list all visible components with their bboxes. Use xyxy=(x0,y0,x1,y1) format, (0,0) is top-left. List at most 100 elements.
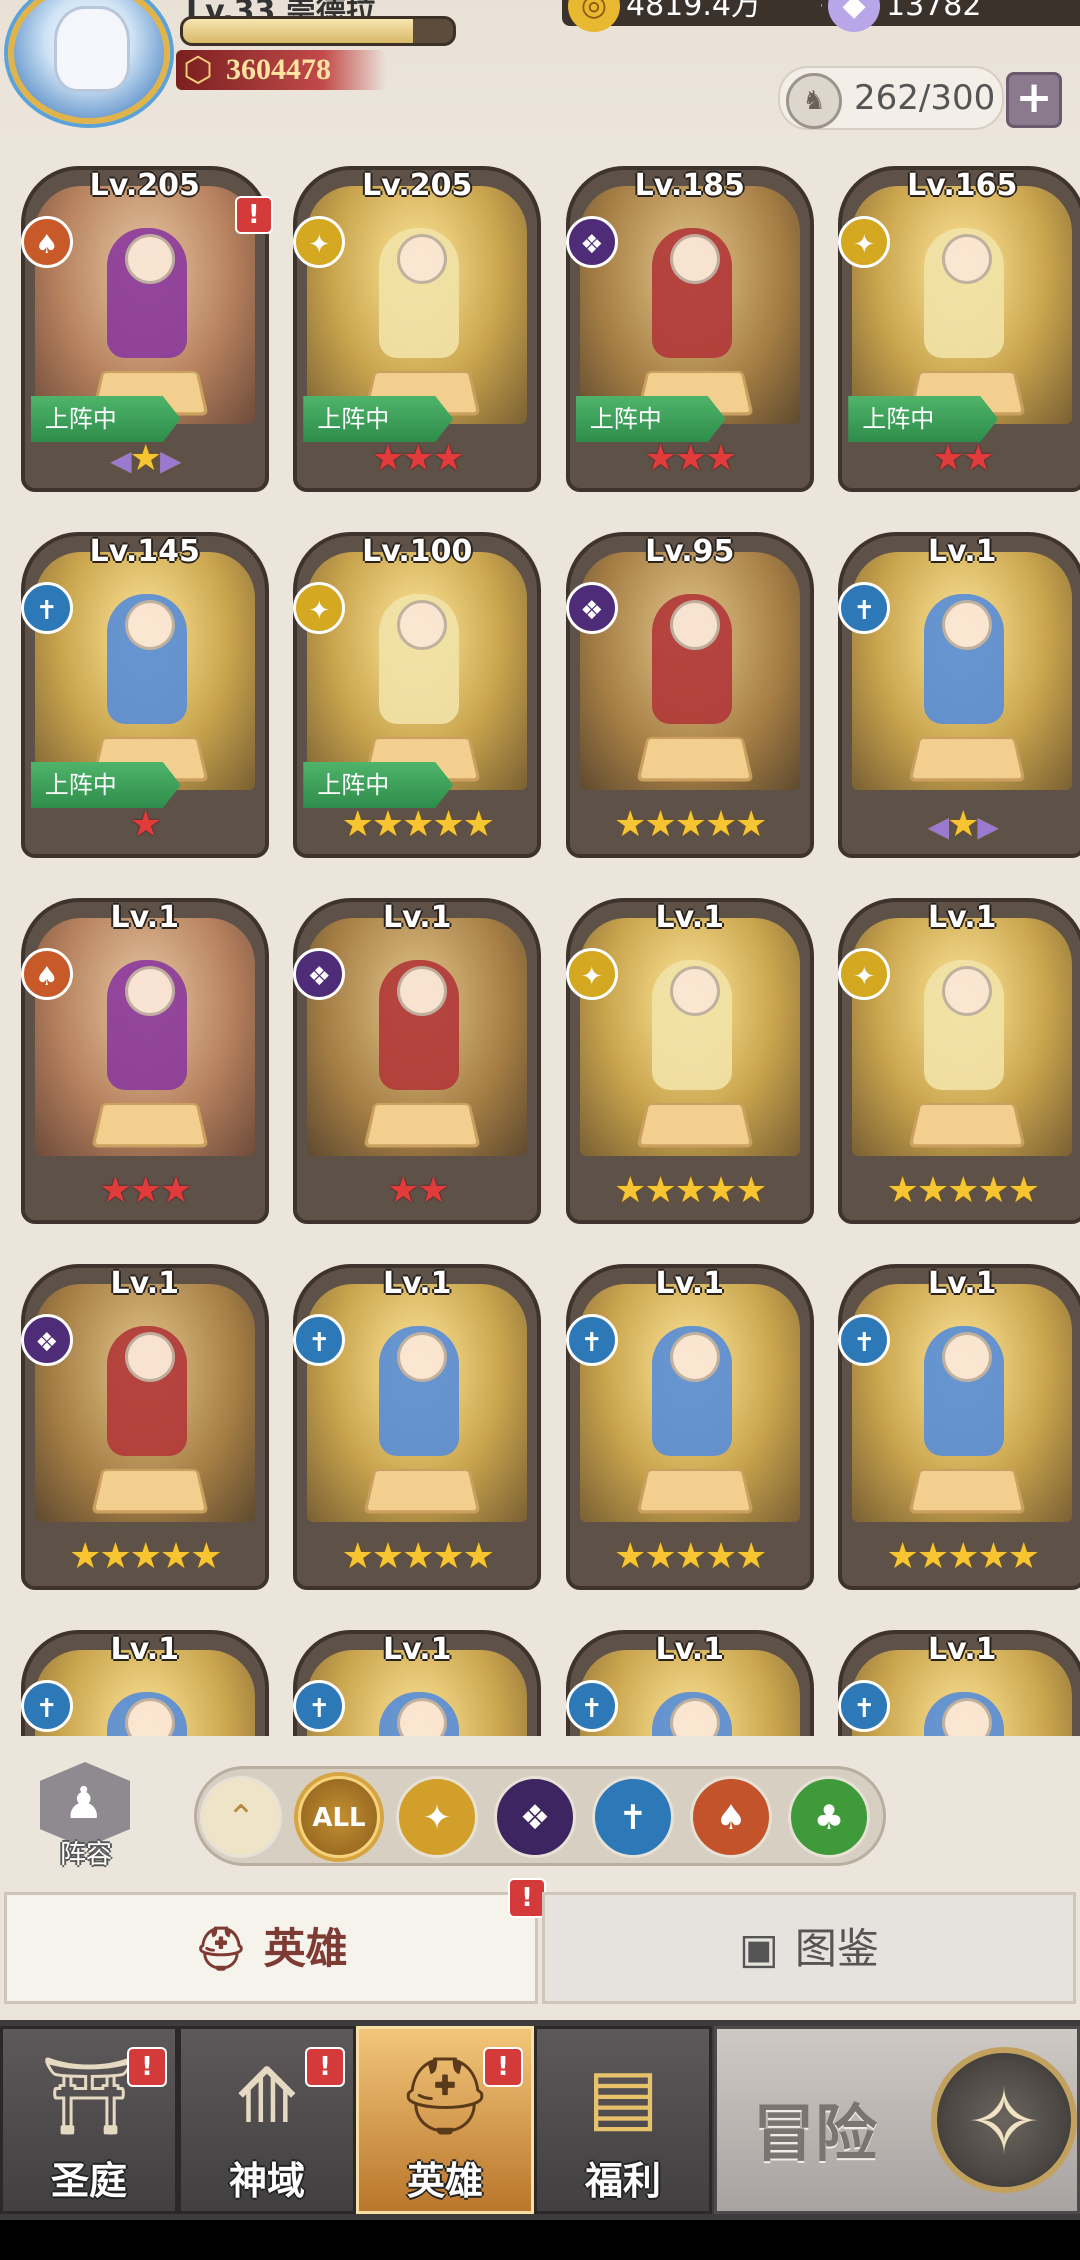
hero-card[interactable]: Lv.1 ✝ ★★★★★ xyxy=(565,1254,814,1592)
system-bar xyxy=(0,2220,1080,2260)
hero-card[interactable]: Lv.1 ✝ ★★★★★ xyxy=(293,1254,542,1592)
chess-pawn-icon: ♟ xyxy=(64,1778,104,1829)
hero-card[interactable]: Lv.205 ♠! 上阵中★ xyxy=(20,156,273,494)
hero-pedestal xyxy=(908,1102,1026,1148)
hero-star-rating: ★★★★★ xyxy=(341,804,495,845)
hero-card[interactable]: Lv.205 ✦ 上阵中 ★★★ xyxy=(293,156,542,494)
hero-level: Lv.100 xyxy=(362,534,473,569)
hero-pedestal xyxy=(636,1468,754,1514)
filter-order-button[interactable]: ✝ xyxy=(592,1776,674,1858)
nav-sanctuary[interactable]: ⛩ 圣庭 ! xyxy=(0,2026,178,2214)
beast-faction-icon: ♠ xyxy=(20,948,73,1000)
hero-card[interactable]: Lv.1 ✦ ★★★★★ xyxy=(565,888,814,1226)
hero-figure xyxy=(651,594,732,724)
hero-level: Lv.95 xyxy=(645,534,735,569)
hero-figure xyxy=(651,228,732,358)
hero-level: Lv.1 xyxy=(383,900,452,935)
hero-portrait xyxy=(307,918,528,1156)
hero-level: Lv.1 xyxy=(927,1266,997,1301)
hero-card[interactable]: Lv.1 ✝ xyxy=(838,1620,1080,1736)
hero-card[interactable]: Lv.1 ✝ xyxy=(293,1620,542,1736)
hero-tabs: ⛑ 英雄 ! ▣ 图鉴 xyxy=(0,1878,1080,2004)
hero-card[interactable]: Lv.185 ❖ 上阵中 ★★★ xyxy=(565,156,814,494)
hero-capacity: ♞ 262/300 xyxy=(778,66,1004,130)
hero-star-rating: ★★★★★ xyxy=(614,804,767,845)
hero-pedestal xyxy=(91,1102,209,1148)
hero-helmet-icon: ⛑ xyxy=(194,1924,248,1973)
dark-faction-icon: ❖ xyxy=(20,1314,73,1366)
power-icon: ⬡ xyxy=(183,50,213,90)
dark-faction-icon: ❖ xyxy=(565,216,618,268)
hero-star-rating: ★★★ xyxy=(99,1170,192,1211)
sort-toggle-button[interactable]: ⌃ xyxy=(200,1776,282,1858)
hero-level: Lv.1 xyxy=(927,900,997,935)
hero-card[interactable]: Lv.1 ❖ ★★ xyxy=(293,888,542,1226)
hero-star-rating: ★ xyxy=(858,804,1066,846)
tab-hero[interactable]: ⛑ 英雄 xyxy=(4,1892,538,2004)
lineup-button[interactable]: ♟ 阵容 xyxy=(34,1762,138,1872)
order-faction-icon: ✝ xyxy=(618,1798,648,1838)
filter-dark-button[interactable]: ❖ xyxy=(494,1776,576,1858)
order-faction-icon: ✝ xyxy=(293,1314,346,1366)
hero-card[interactable]: Lv.100 ✦ 上阵中 ★★★★★ xyxy=(293,522,542,860)
hero-portrait xyxy=(579,552,800,790)
tab-codex[interactable]: ▣ 图鉴 xyxy=(542,1892,1076,2004)
gold-resource: ◎ 4819.4万 + xyxy=(562,0,852,32)
light-faction-icon: ✦ xyxy=(422,1798,452,1838)
bottom-navigation: ⛩ 圣庭 ! ⟰ 神域 ! ⛑ 英雄 ! ▤ 福利 冒险 ✧ xyxy=(0,2020,1080,2220)
add-diamond-button[interactable]: + xyxy=(1076,0,1080,22)
hero-portrait xyxy=(579,1284,800,1522)
hero-level: Lv.165 xyxy=(907,168,1018,203)
hero-level: Lv.1 xyxy=(110,1632,180,1667)
hero-card[interactable]: Lv.145 ✝ 上阵中 ★ xyxy=(20,522,269,860)
hero-level: Lv.1 xyxy=(110,900,180,935)
top-bar: Lv.33 崇德拉 ⬡ 3604478 ◎ 4819.4万 + ◆ 13782 … xyxy=(0,0,1080,140)
filter-beast-button[interactable]: ♠ xyxy=(690,1776,772,1858)
hero-figure xyxy=(379,594,460,724)
hero-card[interactable]: Lv.1 ✝ ★ xyxy=(838,522,1080,860)
hero-card[interactable]: Lv.1 ♠ ★★★ xyxy=(20,888,269,1226)
hero-star-rating: ★★★★★ xyxy=(614,1170,767,1211)
tab-hero-label: 英雄 xyxy=(263,1924,348,1973)
filter-light-button[interactable]: ✦ xyxy=(396,1776,478,1858)
lineup-label: 阵容 xyxy=(59,1840,112,1870)
hero-figure xyxy=(106,594,187,724)
nav-adventure[interactable]: 冒险 ✧ xyxy=(714,2026,1080,2214)
hero-figure xyxy=(651,1692,732,1736)
hero-level: Lv.1 xyxy=(655,900,725,935)
hero-star-rating: ★★★★★ xyxy=(886,1536,1040,1577)
hero-portrait xyxy=(852,186,1073,424)
filter-nature-button[interactable]: ♣ xyxy=(788,1776,870,1858)
hero-star-rating: ★★★★★ xyxy=(886,1170,1040,1211)
order-faction-icon: ✝ xyxy=(838,1314,891,1366)
hero-card[interactable]: Lv.1 ✦ ★★★★★ xyxy=(838,888,1080,1226)
hero-level: Lv.145 xyxy=(89,534,200,569)
hero-card[interactable]: Lv.1 ✝ ★★★★★ xyxy=(838,1254,1080,1592)
hero-level: Lv.185 xyxy=(634,168,745,203)
hero-portrait xyxy=(579,186,800,424)
filter-all-button[interactable]: ALL xyxy=(298,1776,380,1858)
hero-card[interactable]: Lv.165 ✦ 上阵中 ★★ xyxy=(838,156,1080,494)
treasure-chest-icon: ▤ xyxy=(587,2051,659,2140)
nav-welfare[interactable]: ▤ 福利 xyxy=(534,2026,712,2214)
hero-portrait xyxy=(579,918,800,1156)
tab-hero-alert-badge: ! xyxy=(508,1878,546,1918)
hero-card[interactable]: Lv.1 ✝ xyxy=(20,1620,269,1736)
hero-card[interactable]: Lv.95 ❖ ★★★★★ xyxy=(565,522,814,860)
nav-welfare-label: 福利 xyxy=(584,2159,661,2203)
hero-pedestal xyxy=(91,1468,209,1514)
hero-star-rating: ★ xyxy=(129,804,162,845)
nav-sanctuary-alert-badge: ! xyxy=(127,2047,167,2087)
dark-faction-icon: ❖ xyxy=(519,1798,551,1838)
nav-hero[interactable]: ⛑ 英雄 ! xyxy=(356,2026,534,2214)
hero-card[interactable]: Lv.1 ❖ ★★★★★ xyxy=(20,1254,269,1592)
expand-capacity-button[interactable]: + xyxy=(1006,72,1062,128)
nav-divine[interactable]: ⟰ 神域 ! xyxy=(178,2026,356,2214)
hero-card[interactable]: Lv.1 ✝ xyxy=(565,1620,814,1736)
hero-portrait xyxy=(307,552,528,790)
player-avatar[interactable] xyxy=(8,0,170,124)
hero-figure xyxy=(379,228,460,358)
nav-adventure-label: 冒险 xyxy=(753,2097,878,2170)
nav-divine-alert-badge: ! xyxy=(305,2047,345,2087)
deployed-tag: 上阵中 xyxy=(303,396,454,442)
